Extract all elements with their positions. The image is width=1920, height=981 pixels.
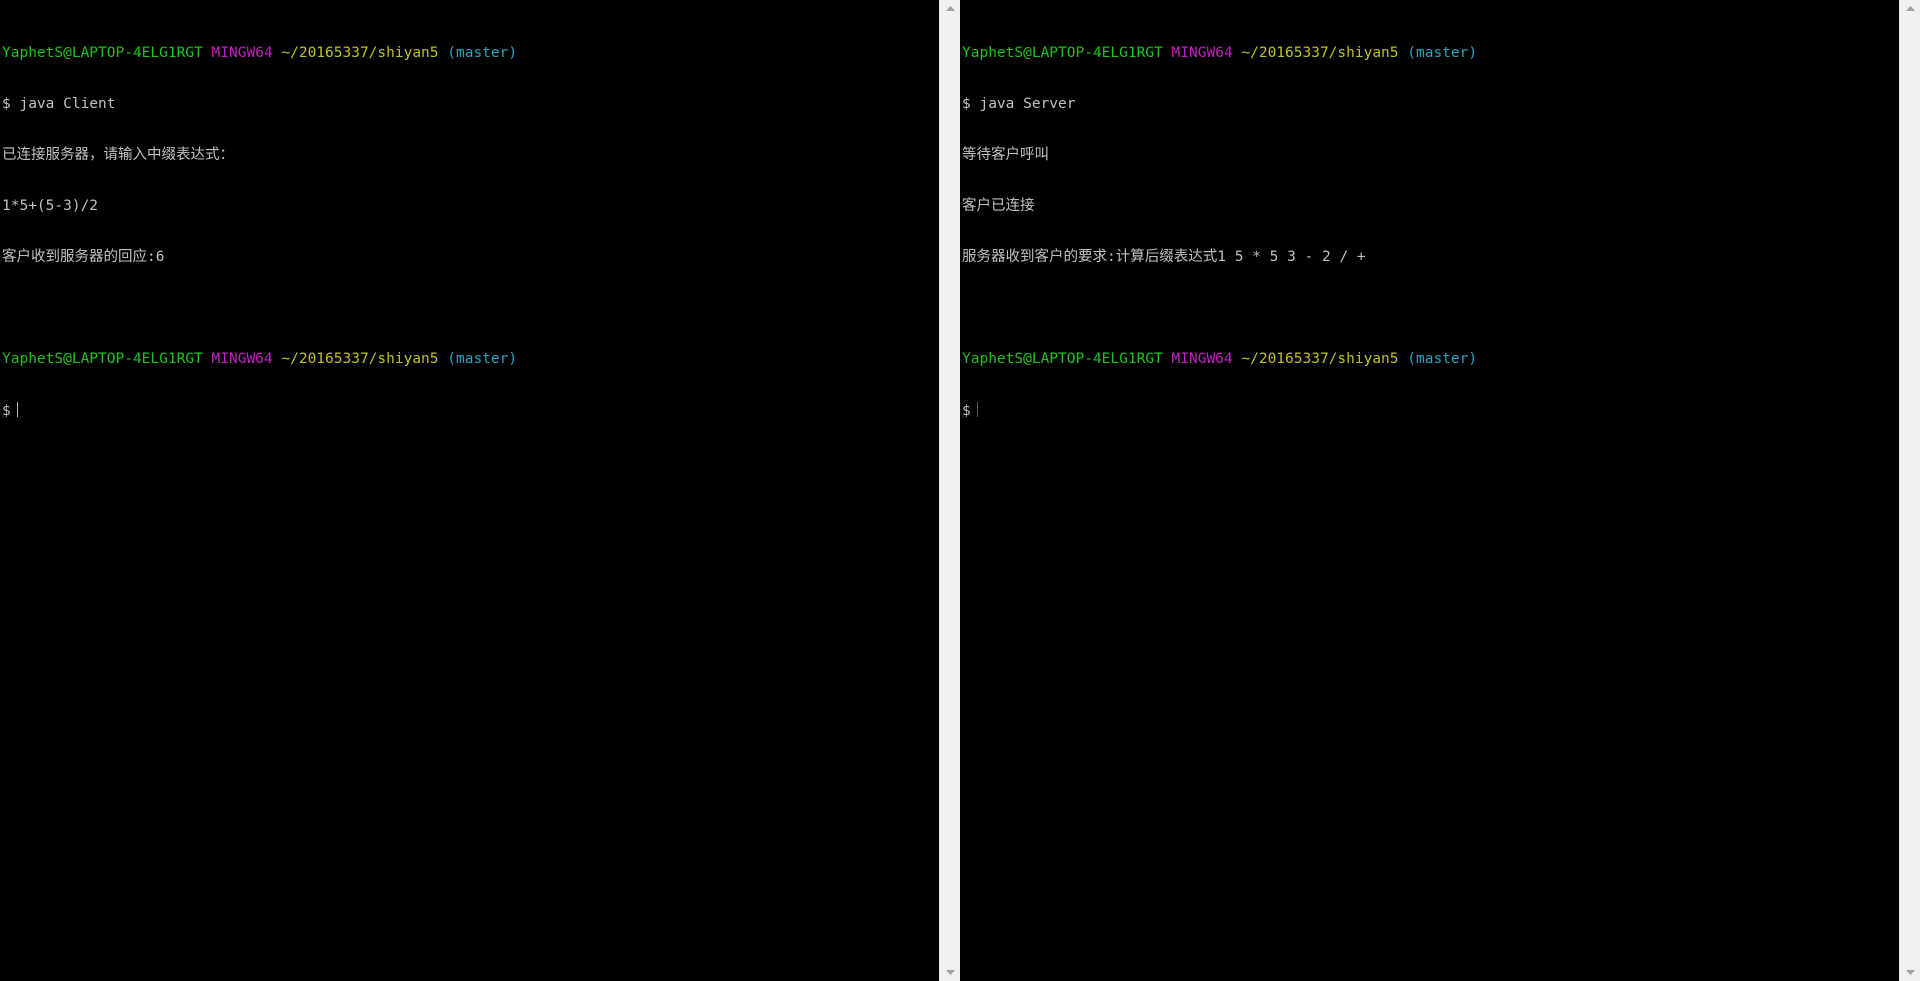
server-scrollbar[interactable] <box>1899 0 1920 981</box>
output-line: 已连接服务器，请输入中缀表达式： <box>2 147 234 163</box>
prompt-line: YaphetS@LAPTOP-4ELG1RGT MINGW64 ~/201653… <box>2 351 937 368</box>
prompt-user: YaphetS@LAPTOP-4ELG1RGT <box>962 45 1163 61</box>
prompt-system: MINGW64 <box>211 45 273 61</box>
prompt-path: ~/20165337/shiyan5 <box>1241 45 1399 61</box>
prompt-branch: (master) <box>1407 351 1478 367</box>
prompt-line: YaphetS@LAPTOP-4ELG1RGT MINGW64 ~/201653… <box>962 45 1897 62</box>
prompt-line: YaphetS@LAPTOP-4ELG1RGT MINGW64 ~/201653… <box>962 351 1897 368</box>
prompt-user: YaphetS@LAPTOP-4ELG1RGT <box>962 351 1163 367</box>
desktop: YaphetS@LAPTOP-4ELG1RGT MINGW64 ~/201653… <box>0 0 1920 981</box>
prompt-path: ~/20165337/shiyan5 <box>281 351 439 367</box>
scroll-down-arrow-icon[interactable] <box>940 964 960 981</box>
command-line: $ java Server <box>962 96 1076 112</box>
prompt-user: YaphetS@LAPTOP-4ELG1RGT <box>2 45 203 61</box>
prompt-path: ~/20165337/shiyan5 <box>281 45 439 61</box>
input-line[interactable]: $ <box>962 402 1897 419</box>
input-prefix: $ <box>2 403 11 419</box>
prompt-user: YaphetS@LAPTOP-4ELG1RGT <box>2 351 203 367</box>
prompt-system: MINGW64 <box>1171 45 1233 61</box>
scrollbar-track[interactable] <box>1900 17 1920 964</box>
output-line: 客户已连接 <box>962 198 1035 214</box>
prompt-system: MINGW64 <box>1171 351 1233 367</box>
output-line: 服务器收到客户的要求:计算后缀表达式1 5 * 5 3 - 2 / + <box>962 249 1366 265</box>
prompt-path: ~/20165337/shiyan5 <box>1241 351 1399 367</box>
prompt-branch: (master) <box>447 45 518 61</box>
scroll-up-arrow-icon[interactable] <box>1900 0 1920 17</box>
output-line: 客户收到服务器的回应:6 <box>2 249 165 265</box>
client-terminal-output: YaphetS@LAPTOP-4ELG1RGT MINGW64 ~/201653… <box>2 11 937 453</box>
input-line[interactable]: $ <box>2 402 937 419</box>
input-prefix: $ <box>962 403 971 419</box>
output-line: 1*5+(5-3)/2 <box>2 198 99 214</box>
client-scrollbar[interactable] <box>939 0 960 981</box>
output-line: 等待客户呼叫 <box>962 147 1049 163</box>
scroll-up-arrow-icon[interactable] <box>940 0 960 17</box>
prompt-system: MINGW64 <box>211 351 273 367</box>
command-line: $ java Client <box>2 96 116 112</box>
prompt-line: YaphetS@LAPTOP-4ELG1RGT MINGW64 ~/201653… <box>2 45 937 62</box>
server-terminal-output: YaphetS@LAPTOP-4ELG1RGT MINGW64 ~/201653… <box>962 11 1897 453</box>
prompt-branch: (master) <box>1407 45 1478 61</box>
scroll-down-arrow-icon[interactable] <box>1900 964 1920 981</box>
scrollbar-track[interactable] <box>940 17 960 964</box>
client-terminal-window[interactable]: YaphetS@LAPTOP-4ELG1RGT MINGW64 ~/201653… <box>0 0 939 981</box>
text-cursor <box>976 402 978 417</box>
server-terminal-window[interactable]: YaphetS@LAPTOP-4ELG1RGT MINGW64 ~/201653… <box>960 0 1899 981</box>
prompt-branch: (master) <box>447 351 518 367</box>
text-cursor <box>16 402 18 417</box>
